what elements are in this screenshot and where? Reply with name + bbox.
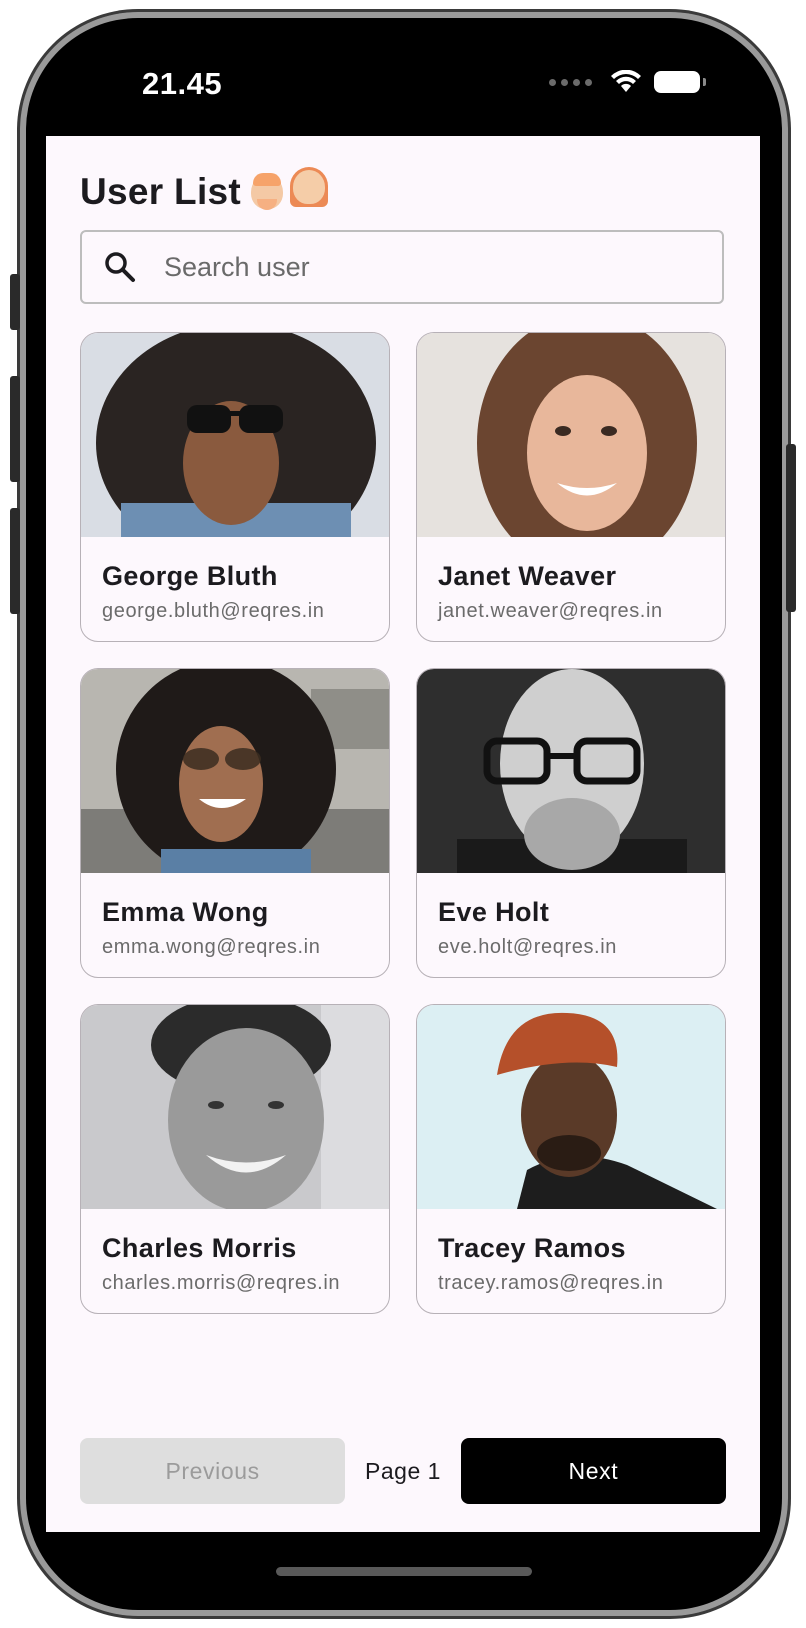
man-emoji-icon (251, 172, 284, 210)
page-indicator: Page 1 (365, 1457, 441, 1484)
page-title: User List (80, 167, 329, 213)
user-name: Charles Morris (102, 1233, 297, 1263)
power-button (786, 444, 796, 612)
cellular-signal-icon (549, 78, 592, 86)
user-card[interactable]: Emma Wong emma.wong@reqres.in (80, 668, 390, 978)
user-email: janet.weaver@reqres.in (438, 600, 663, 622)
search-icon (105, 252, 135, 282)
previous-button[interactable]: Previous (80, 1438, 346, 1504)
user-card[interactable]: Charles Morris charles.morris@reqres.in (80, 1004, 390, 1314)
page-title-text: User List (80, 170, 242, 212)
wifi-icon (611, 70, 641, 92)
user-email: charles.morris@reqres.in (102, 1272, 341, 1294)
volume-down-button (10, 508, 20, 614)
volume-up-button (10, 376, 20, 482)
user-name: Emma Wong (102, 897, 269, 927)
silent-switch (10, 274, 20, 330)
battery-icon (654, 71, 706, 93)
user-email: tracey.ramos@reqres.in (438, 1272, 664, 1294)
user-name: Tracey Ramos (438, 1233, 626, 1263)
user-avatar (81, 669, 389, 873)
user-email: george.bluth@reqres.in (102, 600, 325, 622)
pagination: Previous Page 1 Next (80, 1438, 726, 1504)
user-avatar (81, 1005, 389, 1209)
search-input[interactable] (162, 250, 686, 284)
status-icons (549, 70, 706, 94)
user-name: Janet Weaver (438, 561, 617, 591)
search-field[interactable] (80, 230, 724, 304)
user-card[interactable]: Janet Weaver janet.weaver@reqres.in (416, 332, 726, 642)
home-indicator[interactable] (276, 1567, 532, 1576)
status-time: 21.45 (142, 66, 223, 101)
user-avatar (81, 333, 389, 537)
user-email: emma.wong@reqres.in (102, 936, 321, 958)
user-name: George Bluth (102, 561, 278, 591)
app-screen: User List George Bluth (46, 136, 760, 1532)
user-email: eve.holt@reqres.in (438, 936, 617, 958)
user-avatar (417, 1005, 725, 1209)
next-button[interactable]: Next (460, 1438, 726, 1504)
user-grid: George Bluth george.bluth@reqres.in Jane… (80, 332, 726, 1314)
user-card[interactable]: Tracey Ramos tracey.ramos@reqres.in (416, 1004, 726, 1314)
user-card[interactable]: George Bluth george.bluth@reqres.in (80, 332, 390, 642)
user-avatar (417, 333, 725, 537)
user-name: Eve Holt (438, 897, 550, 927)
user-card[interactable]: Eve Holt eve.holt@reqres.in (416, 668, 726, 978)
user-avatar (417, 669, 725, 873)
woman-emoji-icon (290, 167, 329, 213)
